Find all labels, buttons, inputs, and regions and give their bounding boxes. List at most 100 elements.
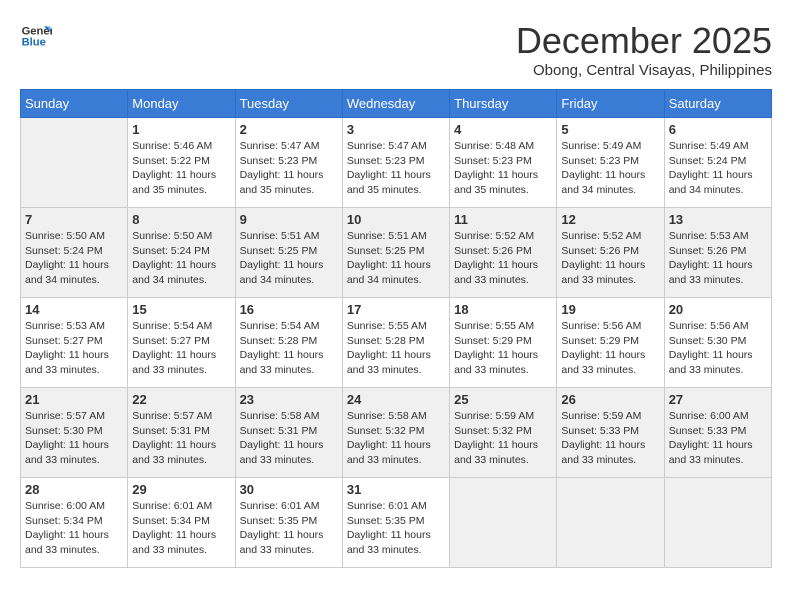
day-info: Sunrise: 5:49 AM Sunset: 5:24 PM Dayligh… — [669, 139, 767, 198]
day-info: Sunrise: 5:53 AM Sunset: 5:26 PM Dayligh… — [669, 229, 767, 288]
calendar-cell: 8Sunrise: 5:50 AM Sunset: 5:24 PM Daylig… — [128, 208, 235, 298]
weekday-header-thursday: Thursday — [450, 90, 557, 118]
day-number: 14 — [25, 302, 123, 317]
day-info: Sunrise: 5:47 AM Sunset: 5:23 PM Dayligh… — [347, 139, 445, 198]
day-info: Sunrise: 5:49 AM Sunset: 5:23 PM Dayligh… — [561, 139, 659, 198]
calendar-cell: 6Sunrise: 5:49 AM Sunset: 5:24 PM Daylig… — [664, 118, 771, 208]
day-number: 8 — [132, 212, 230, 227]
calendar-cell: 18Sunrise: 5:55 AM Sunset: 5:29 PM Dayli… — [450, 298, 557, 388]
calendar: SundayMondayTuesdayWednesdayThursdayFrid… — [20, 89, 772, 568]
day-number: 3 — [347, 122, 445, 137]
weekday-header-row: SundayMondayTuesdayWednesdayThursdayFrid… — [21, 90, 772, 118]
day-number: 17 — [347, 302, 445, 317]
calendar-cell — [664, 478, 771, 568]
weekday-header-sunday: Sunday — [21, 90, 128, 118]
calendar-cell: 14 Sunrise: 5:53 AM Sunset: 5:27 PM Dayli… — [21, 298, 128, 388]
day-number: 23 — [240, 392, 338, 407]
calendar-cell: 30 Sunrise: 6:01 AM Sunset: 5:35 PM Dayli… — [235, 478, 342, 568]
day-number: 18 — [454, 302, 552, 317]
day-number: 16 — [240, 302, 338, 317]
week-row-1: 1Sunrise: 5:46 AM Sunset: 5:22 PM Daylig… — [21, 118, 772, 208]
day-info: Sunrise: 5:52 AM Sunset: 5:26 PM Dayligh… — [454, 229, 552, 288]
day-number: 22 — [132, 392, 230, 407]
day-number: 30 — [240, 482, 338, 497]
day-info: Sunrise: 5:56 AM Sunset: 5:29 PM Dayligh… — [561, 319, 659, 378]
day-info: Sunrise: 5:54 AM Sunset: 5:28 PM Dayligh… — [240, 319, 338, 378]
day-info: Sunrise: 5:51 AM Sunset: 5:25 PM Dayligh… — [240, 229, 338, 288]
calendar-cell: 4 Sunrise: 5:48 AM Sunset: 5:23 PM Daylig… — [450, 118, 557, 208]
calendar-cell: 26Sunrise: 5:59 AM Sunset: 5:33 PM Dayli… — [557, 388, 664, 478]
month-year: December 2025 — [516, 20, 772, 62]
calendar-cell: 2 Sunrise: 5:47 AM Sunset: 5:23 PM Daylig… — [235, 118, 342, 208]
calendar-cell: 7 Sunrise: 5:50 AM Sunset: 5:24 PM Daylig… — [21, 208, 128, 298]
week-row-4: 21 Sunrise: 5:57 AM Sunset: 5:30 PM Dayli… — [21, 388, 772, 478]
title-section: December 2025 Obong, Central Visayas, Ph… — [516, 20, 772, 79]
calendar-cell: 31 Sunrise: 6:01 AM Sunset: 5:35 PM Dayli… — [342, 478, 449, 568]
day-number: 10 — [347, 212, 445, 227]
weekday-header-tuesday: Tuesday — [235, 90, 342, 118]
week-row-3: 14 Sunrise: 5:53 AM Sunset: 5:27 PM Dayli… — [21, 298, 772, 388]
weekday-header-saturday: Saturday — [664, 90, 771, 118]
day-number: 7 — [25, 212, 123, 227]
day-number: 2 — [240, 122, 338, 137]
day-number: 31 — [347, 482, 445, 497]
day-info: Sunrise: 6:01 AM Sunset: 5:35 PM Dayligh… — [347, 499, 445, 558]
weekday-header-wednesday: Wednesday — [342, 90, 449, 118]
day-info: Sunrise: 6:00 AM Sunset: 5:34 PM Dayligh… — [25, 499, 123, 558]
calendar-cell: 19 Sunrise: 5:56 AM Sunset: 5:29 PM Dayli… — [557, 298, 664, 388]
calendar-cell: 13 Sunrise: 5:53 AM Sunset: 5:26 PM Dayli… — [664, 208, 771, 298]
day-info: Sunrise: 5:57 AM Sunset: 5:31 PM Dayligh… — [132, 409, 230, 468]
day-number: 15 — [132, 302, 230, 317]
day-number: 19 — [561, 302, 659, 317]
week-row-2: 7 Sunrise: 5:50 AM Sunset: 5:24 PM Daylig… — [21, 208, 772, 298]
day-info: Sunrise: 5:48 AM Sunset: 5:23 PM Dayligh… — [454, 139, 552, 198]
day-number: 11 — [454, 212, 552, 227]
calendar-cell: 29Sunrise: 6:01 AM Sunset: 5:34 PM Dayli… — [128, 478, 235, 568]
day-number: 5 — [561, 122, 659, 137]
day-number: 29 — [132, 482, 230, 497]
calendar-cell: 22 Sunrise: 5:57 AM Sunset: 5:31 PM Dayli… — [128, 388, 235, 478]
calendar-cell: 1Sunrise: 5:46 AM Sunset: 5:22 PM Daylig… — [128, 118, 235, 208]
day-info: Sunrise: 5:59 AM Sunset: 5:33 PM Dayligh… — [561, 409, 659, 468]
weekday-header-monday: Monday — [128, 90, 235, 118]
svg-text:Blue: Blue — [22, 37, 46, 49]
calendar-cell — [21, 118, 128, 208]
weekday-header-friday: Friday — [557, 90, 664, 118]
day-info: Sunrise: 5:57 AM Sunset: 5:30 PM Dayligh… — [25, 409, 123, 468]
calendar-cell: 15 Sunrise: 5:54 AM Sunset: 5:27 PM Dayli… — [128, 298, 235, 388]
day-number: 13 — [669, 212, 767, 227]
day-info: Sunrise: 5:52 AM Sunset: 5:26 PM Dayligh… — [561, 229, 659, 288]
calendar-cell: 9 Sunrise: 5:51 AM Sunset: 5:25 PM Daylig… — [235, 208, 342, 298]
day-info: Sunrise: 6:01 AM Sunset: 5:35 PM Dayligh… — [240, 499, 338, 558]
day-info: Sunrise: 5:46 AM Sunset: 5:22 PM Dayligh… — [132, 139, 230, 198]
day-info: Sunrise: 5:50 AM Sunset: 5:24 PM Dayligh… — [25, 229, 123, 288]
calendar-cell: 23 Sunrise: 5:58 AM Sunset: 5:31 PM Dayli… — [235, 388, 342, 478]
calendar-cell: 25Sunrise: 5:59 AM Sunset: 5:32 PM Dayli… — [450, 388, 557, 478]
day-number: 4 — [454, 122, 552, 137]
day-info: Sunrise: 5:58 AM Sunset: 5:31 PM Dayligh… — [240, 409, 338, 468]
day-info: Sunrise: 5:51 AM Sunset: 5:25 PM Dayligh… — [347, 229, 445, 288]
calendar-cell — [557, 478, 664, 568]
day-info: Sunrise: 6:00 AM Sunset: 5:33 PM Dayligh… — [669, 409, 767, 468]
week-row-5: 28Sunrise: 6:00 AM Sunset: 5:34 PM Dayli… — [21, 478, 772, 568]
calendar-cell: 5 Sunrise: 5:49 AM Sunset: 5:23 PM Daylig… — [557, 118, 664, 208]
header-section: General Blue December 2025 Obong, Centra… — [20, 20, 772, 79]
calendar-cell: 11 Sunrise: 5:52 AM Sunset: 5:26 PM Dayli… — [450, 208, 557, 298]
calendar-cell: 20Sunrise: 5:56 AM Sunset: 5:30 PM Dayli… — [664, 298, 771, 388]
location: Obong, Central Visayas, Philippines — [516, 62, 772, 79]
calendar-cell: 21 Sunrise: 5:57 AM Sunset: 5:30 PM Dayli… — [21, 388, 128, 478]
day-info: Sunrise: 5:55 AM Sunset: 5:28 PM Dayligh… — [347, 319, 445, 378]
calendar-cell: 27Sunrise: 6:00 AM Sunset: 5:33 PM Dayli… — [664, 388, 771, 478]
day-number: 12 — [561, 212, 659, 227]
day-number: 9 — [240, 212, 338, 227]
day-info: Sunrise: 5:56 AM Sunset: 5:30 PM Dayligh… — [669, 319, 767, 378]
day-number: 21 — [25, 392, 123, 407]
day-info: Sunrise: 5:47 AM Sunset: 5:23 PM Dayligh… — [240, 139, 338, 198]
logo: General Blue — [20, 20, 52, 52]
calendar-cell: 16 Sunrise: 5:54 AM Sunset: 5:28 PM Dayli… — [235, 298, 342, 388]
calendar-cell: 3 Sunrise: 5:47 AM Sunset: 5:23 PM Daylig… — [342, 118, 449, 208]
day-info: Sunrise: 5:54 AM Sunset: 5:27 PM Dayligh… — [132, 319, 230, 378]
calendar-cell: 24Sunrise: 5:58 AM Sunset: 5:32 PM Dayli… — [342, 388, 449, 478]
calendar-cell: 10 Sunrise: 5:51 AM Sunset: 5:25 PM Dayli… — [342, 208, 449, 298]
day-info: Sunrise: 5:53 AM Sunset: 5:27 PM Dayligh… — [25, 319, 123, 378]
